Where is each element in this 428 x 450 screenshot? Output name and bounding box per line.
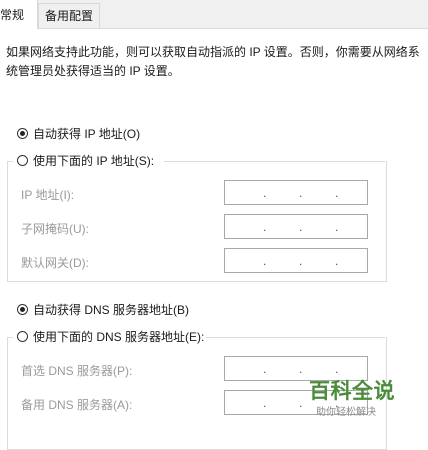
ip-auto-radio[interactable] [17, 128, 28, 139]
preferred-dns-label: 首选 DNS 服务器(P): [21, 364, 133, 378]
ip-manual-radio[interactable] [17, 155, 28, 166]
dns-auto-label: 自动获得 DNS 服务器地址(B) [33, 303, 190, 317]
default-gateway-dot-3: . [335, 254, 339, 268]
ip-address-dot-1: . [263, 186, 267, 200]
ip-address-dot-2: . [299, 186, 303, 200]
preferred-dns-dot-2: . [299, 362, 303, 376]
ip-manual-label: 使用下面的 IP 地址(S): [33, 154, 155, 168]
alternate-dns-dot-2: . [299, 396, 303, 410]
subnet-mask-dot-3: . [335, 220, 339, 234]
alternate-dns-label: 备用 DNS 服务器(A): [21, 398, 133, 412]
ip-auto-label: 自动获得 IP 地址(O) [33, 127, 141, 141]
subnet-mask-input[interactable]: . . . [224, 214, 368, 239]
watermark-subtitle: 助你轻松解决 [316, 407, 376, 418]
preferred-dns-dot-3: . [335, 362, 339, 376]
subnet-mask-dot-1: . [263, 220, 267, 234]
description-text: 如果网络支持此功能，则可以获取自动指派的 IP 设置。否则，你需要从网络系统管理… [6, 45, 420, 78]
default-gateway-dot-2: . [299, 254, 303, 268]
ip-address-label: IP 地址(I): [21, 188, 75, 202]
tab-bar: 常规 备用配置 [0, 0, 428, 29]
default-gateway-input[interactable]: . . . [224, 248, 368, 273]
ip-address-input[interactable]: . . . [224, 180, 368, 205]
tab-general[interactable]: 常规 [0, 0, 38, 29]
subnet-mask-dot-2: . [299, 220, 303, 234]
default-gateway-label: 默认网关(D): [21, 256, 89, 270]
dns-manual-label: 使用下面的 DNS 服务器地址(E): [33, 330, 205, 344]
alternate-dns-dot-1: . [263, 396, 267, 410]
subnet-mask-label: 子网掩码(U): [21, 222, 89, 236]
tab-alternate-config[interactable]: 备用配置 [38, 3, 100, 28]
ip-address-dot-3: . [335, 186, 339, 200]
dns-manual-radio[interactable] [17, 331, 28, 342]
default-gateway-dot-1: . [263, 254, 267, 268]
watermark-title: 百科全说 [309, 380, 395, 403]
dns-auto-radio[interactable] [17, 304, 28, 315]
watermark-logo: 百科全说 助你轻松解决 [303, 375, 395, 421]
preferred-dns-dot-1: . [263, 362, 267, 376]
